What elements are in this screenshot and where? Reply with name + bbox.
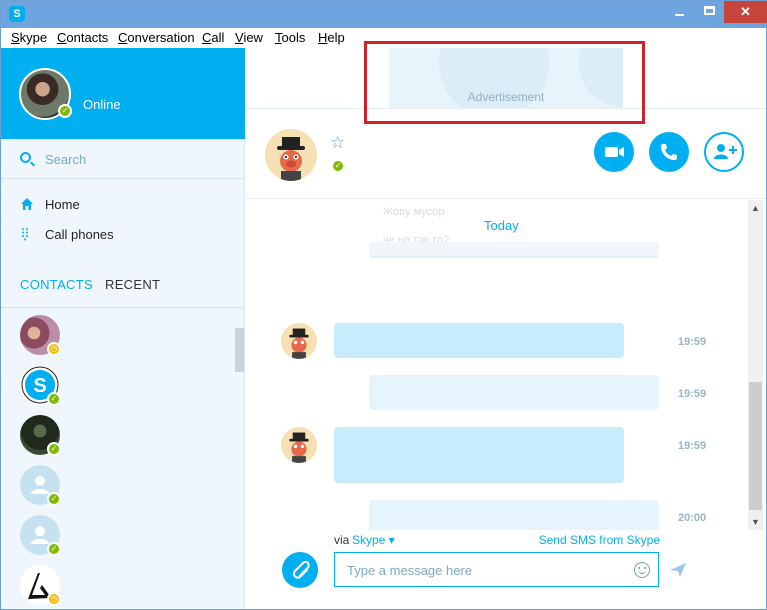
contact-item[interactable]: ✓ [1, 459, 235, 509]
online-status-icon: ✓ [47, 492, 61, 506]
faded-message-bubble [369, 242, 659, 258]
video-call-button[interactable] [594, 132, 634, 172]
conversation-pane: Advertisement ☆ ✓ Жопу мусор че не так т… [246, 41, 766, 609]
menu-conversation[interactable]: Conversation [118, 30, 195, 45]
search-input[interactable] [45, 150, 225, 168]
phone-icon [661, 144, 677, 160]
add-participant-button[interactable] [704, 132, 744, 172]
contact-item[interactable]: ✓ [1, 509, 235, 559]
emoticon-icon[interactable] [634, 562, 650, 578]
nav-call-phones[interactable]: Call phones [1, 222, 245, 248]
skype-app-icon[interactable]: S [9, 6, 25, 22]
away-status-icon: ◷ [47, 342, 61, 356]
tab-contacts[interactable]: CONTACTS [20, 277, 93, 292]
conversation-avatar[interactable] [265, 129, 317, 181]
scroll-thumb[interactable] [749, 382, 762, 510]
message-history: Жопу мусор че не так то? Today 19:59 19:… [246, 200, 746, 530]
nav-call-phones-label: Call phones [45, 227, 114, 242]
message-time: 20:00 [678, 512, 707, 524]
search-icon [20, 152, 31, 163]
online-status-icon: ✓ [47, 542, 61, 556]
search-bar [1, 139, 245, 179]
dialpad-icon [20, 227, 34, 241]
left-pane: ✓ Online Home Call phones [1, 48, 245, 609]
message-time: 19:59 [678, 388, 707, 400]
profile-header[interactable]: ✓ Online [1, 48, 245, 139]
video-camera-icon [605, 147, 624, 157]
contacts-tabs: CONTACTS RECENT [1, 274, 245, 308]
contact-item[interactable]: S ✓ [1, 359, 235, 409]
contacts-scroll-thumb[interactable] [235, 328, 244, 372]
incoming-message-bubble[interactable] [334, 427, 624, 483]
menu-tools[interactable]: Tools [275, 30, 305, 45]
send-icon[interactable] [670, 563, 686, 577]
message-time: 19:59 [678, 440, 707, 452]
message-time: 19:59 [678, 336, 707, 348]
sender-avatar[interactable] [281, 427, 317, 463]
online-status-icon: ✓ [47, 392, 61, 406]
add-person-icon [714, 144, 737, 159]
audio-call-button[interactable] [649, 132, 689, 172]
online-status-icon: ✓ [47, 442, 61, 456]
paperclip-icon [292, 560, 310, 579]
composer-meta: via Skype ▾ Send SMS from Skype [334, 533, 660, 547]
online-status-icon: ✓ [331, 159, 345, 173]
sender-avatar[interactable] [281, 323, 317, 359]
via-service-dropdown[interactable]: Skype ▾ [352, 533, 395, 547]
menu-view[interactable]: View [235, 30, 263, 45]
maximize-icon [704, 6, 715, 15]
scroll-up-icon[interactable]: ▲ [748, 200, 763, 216]
title-bar: S ✕ [1, 1, 767, 28]
menu-help[interactable]: Help [318, 30, 345, 45]
advertisement-area: Advertisement [246, 41, 766, 124]
maximize-button[interactable] [695, 1, 724, 23]
contact-item[interactable]: ◷ [1, 559, 235, 609]
conversation-header: ☆ ✓ [246, 109, 766, 199]
send-sms-link[interactable]: Send SMS from Skype [539, 533, 660, 547]
outgoing-message-bubble[interactable] [369, 500, 659, 530]
skype-window: S ✕ Skype Contacts Conversation Call Vie… [0, 0, 767, 610]
attach-button[interactable] [282, 552, 318, 588]
online-status-icon: ✓ [58, 104, 72, 118]
tab-recent[interactable]: RECENT [105, 277, 160, 292]
outgoing-message-bubble[interactable] [369, 375, 659, 410]
date-separator: Today [478, 218, 525, 233]
minimize-button[interactable] [664, 1, 695, 23]
message-input-box [334, 552, 659, 587]
via-label: via [334, 533, 350, 547]
message-scrollbar[interactable]: ▲ ▼ [748, 200, 763, 530]
incoming-message-bubble[interactable] [334, 323, 624, 358]
profile-status-text: Online [83, 97, 121, 112]
menu-skype[interactable]: Skype [11, 30, 47, 45]
close-button[interactable]: ✕ [724, 1, 767, 23]
svg-text:S: S [33, 375, 46, 397]
home-icon [20, 197, 34, 211]
scroll-down-icon[interactable]: ▼ [748, 514, 763, 530]
menu-contacts[interactable]: Contacts [57, 30, 108, 45]
nav-home[interactable]: Home [1, 192, 245, 218]
message-input[interactable] [347, 562, 617, 578]
contact-item[interactable]: ◷ [1, 309, 235, 359]
faded-message-text: Жопу мусор [383, 206, 445, 218]
away-status-icon: ◷ [47, 592, 61, 606]
contact-item[interactable]: ✓ [1, 409, 235, 459]
minimize-icon [675, 14, 684, 16]
menu-call[interactable]: Call [202, 30, 224, 45]
nav-home-label: Home [45, 197, 80, 212]
favorite-star-icon[interactable]: ☆ [330, 134, 345, 151]
